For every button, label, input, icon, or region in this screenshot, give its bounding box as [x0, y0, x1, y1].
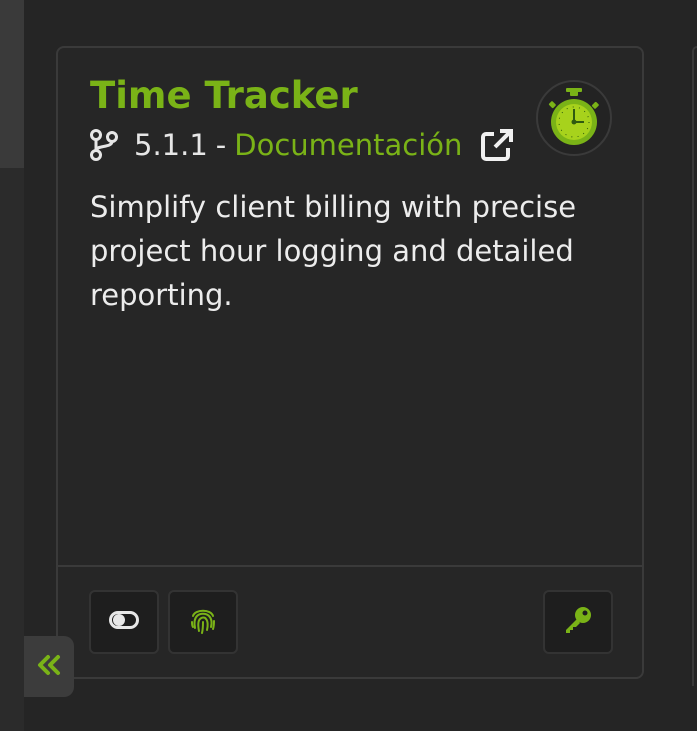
app-description: Simplify client billing with precise pro… [90, 190, 577, 312]
collapse-sidebar-button[interactable] [24, 636, 74, 697]
code-branch-icon [90, 129, 118, 161]
left-rail [0, 0, 24, 731]
app-title: Time Tracker [90, 74, 358, 117]
fingerprint-icon [190, 606, 216, 638]
toggle-icon [109, 611, 139, 633]
fingerprint-button[interactable] [168, 590, 238, 654]
app-version: 5.1.1 [134, 128, 208, 162]
next-card-edge [692, 46, 697, 686]
stopwatch-icon [536, 80, 612, 156]
toggle-button[interactable] [89, 590, 159, 654]
key-button[interactable] [543, 590, 613, 654]
card-footer-divider [58, 565, 642, 567]
external-link-icon[interactable] [480, 128, 514, 162]
meta-separator: - [215, 128, 227, 162]
documentation-link[interactable]: Documentación [234, 128, 462, 162]
app-meta: 5.1.1 - Documentación [90, 128, 514, 162]
left-rail-scrollbar[interactable] [0, 0, 24, 168]
key-icon [564, 606, 592, 638]
app-card: Time Tracker 5.1.1 - Documentación Simpl… [56, 46, 644, 679]
double-chevron-left-icon [36, 654, 62, 680]
